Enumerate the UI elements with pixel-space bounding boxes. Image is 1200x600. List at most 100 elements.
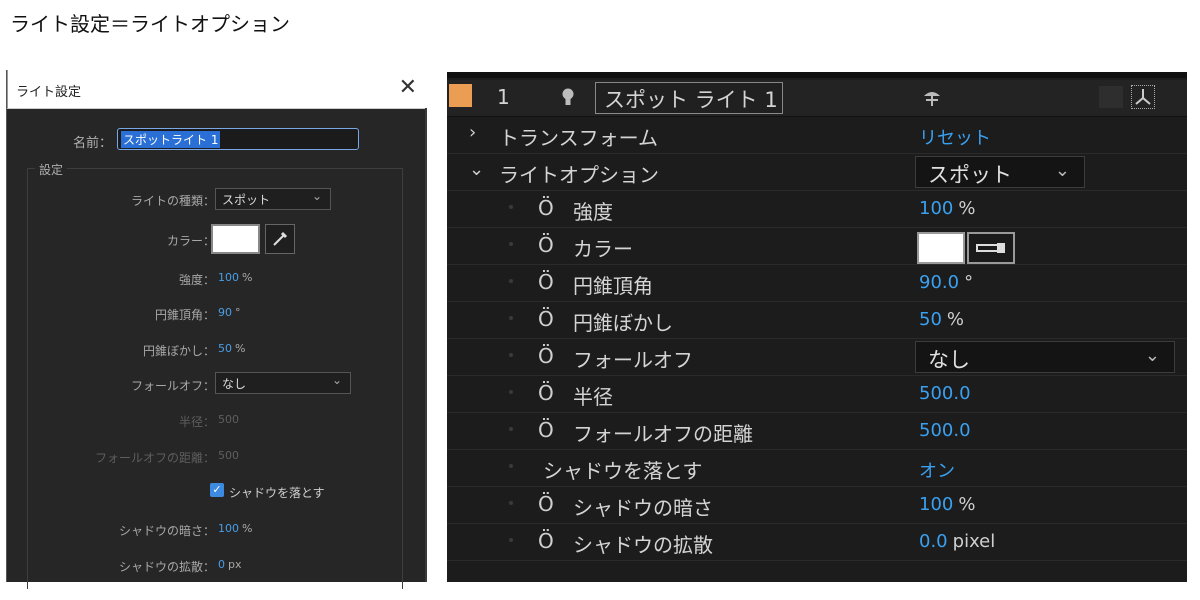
- falloff-distance-row: フォールオフの距離： 500: [7, 445, 425, 469]
- page-caption: ライト設定＝ライトオプション: [10, 12, 290, 36]
- settings-group-label: 設定: [35, 161, 68, 178]
- intensity-value[interactable]: 100%: [218, 271, 252, 284]
- 3d-layer-icon[interactable]: [1131, 85, 1155, 109]
- keyframe-dot: [509, 353, 513, 357]
- layer-color-label[interactable]: [449, 84, 472, 107]
- radius-row: 半径： 500: [7, 409, 425, 433]
- keyframe-dot: [509, 464, 513, 468]
- prop-row-cone-angle: Ö 円錐頂角 90.0 °: [447, 265, 1187, 302]
- light-type-dropdown[interactable]: スポット ⌄: [915, 156, 1085, 188]
- keyframe-dot: [509, 242, 513, 246]
- prop-value[interactable]: 90.0 °: [919, 272, 973, 293]
- light-type-label: ライトの種類：: [130, 194, 215, 208]
- chevron-right-icon[interactable]: ›: [469, 122, 476, 143]
- light-type-value: スポット: [222, 193, 271, 207]
- stopwatch-icon[interactable]: Ö: [538, 233, 554, 257]
- cone-feather-row: 円錐ぼかし： 50%: [7, 338, 425, 362]
- prop-label: 円錐頂角: [573, 274, 653, 298]
- light-type-dropdown[interactable]: スポット ⌄: [215, 188, 331, 210]
- cone-feather-value[interactable]: 50%: [218, 342, 245, 355]
- cast-shadows-label[interactable]: シャドウを落とす: [229, 484, 325, 501]
- keyframe-dot: [509, 427, 513, 431]
- eyedropper-button[interactable]: [967, 232, 1015, 264]
- stopwatch-icon[interactable]: Ö: [538, 381, 554, 405]
- stopwatch-icon[interactable]: Ö: [538, 307, 554, 331]
- dialog-titlebar: ライト設定 ✕: [7, 70, 425, 109]
- prop-label: 円錐ぼかし: [573, 311, 673, 335]
- eyedropper-icon: [273, 231, 288, 246]
- prop-row-cast-shadows: シャドウを落とす オン: [447, 450, 1187, 487]
- prop-row-color: Ö カラー: [447, 228, 1187, 265]
- cast-shadows-toggle[interactable]: オン: [919, 457, 955, 483]
- shadow-darkness-value[interactable]: 100%: [218, 522, 252, 535]
- prop-value[interactable]: 50%: [919, 309, 964, 330]
- stopwatch-icon[interactable]: Ö: [538, 492, 554, 516]
- cone-feather-label: 円錐ぼかし：: [142, 344, 215, 358]
- intensity-label: 強度：: [178, 273, 215, 287]
- timeline-properties-panel: 1 スポット ライト 1 › トランスフォーム リセット ⌄ ライトオプション …: [447, 72, 1187, 582]
- color-swatch[interactable]: [917, 232, 965, 264]
- transform-row[interactable]: › トランスフォーム リセット: [447, 117, 1187, 154]
- prop-row-falloff: Ö フォールオフ なし ⌄: [447, 339, 1187, 376]
- stopwatch-icon[interactable]: Ö: [538, 344, 554, 368]
- light-type-value: スポット: [928, 163, 1012, 187]
- radius-value: 500: [218, 413, 239, 426]
- layer-name: スポット ライト 1: [604, 88, 778, 112]
- color-label: カラー：: [166, 234, 215, 248]
- prop-value[interactable]: 100%: [919, 198, 975, 219]
- chevron-down-icon: ⌄: [331, 373, 342, 387]
- name-label: 名前：: [73, 136, 113, 151]
- falloff-dropdown[interactable]: なし ⌄: [915, 341, 1175, 373]
- light-options-row: ⌄ ライトオプション スポット ⌄: [447, 154, 1187, 191]
- stopwatch-icon[interactable]: Ö: [538, 418, 554, 442]
- stopwatch-icon[interactable]: Ö: [538, 196, 554, 220]
- prop-label: フォールオフ: [573, 348, 693, 372]
- layer-name-field[interactable]: スポット ライト 1: [595, 82, 783, 114]
- light-bulb-icon: [562, 88, 574, 105]
- shadow-darkness-row: シャドウの暗さ： 100%: [7, 518, 425, 542]
- prop-row-shadow-darkness: Ö シャドウの暗さ 100%: [447, 487, 1187, 524]
- prop-value[interactable]: 100%: [919, 494, 975, 515]
- prop-row-cone-feather: Ö 円錐ぼかし 50%: [447, 302, 1187, 339]
- switch-box[interactable]: [1099, 86, 1123, 108]
- name-input[interactable]: スポットライト 1: [117, 128, 359, 150]
- name-input-value: スポットライト 1: [121, 131, 221, 148]
- dialog-title: ライト設定: [16, 85, 82, 100]
- falloff-value: なし: [222, 377, 247, 391]
- eyedropper-button[interactable]: [265, 224, 295, 254]
- layer-row[interactable]: 1 スポット ライト 1: [447, 80, 1187, 117]
- chevron-down-icon[interactable]: ⌄: [469, 159, 484, 180]
- prop-row-shadow-diffusion: Ö シャドウの拡散 0.0 pixel: [447, 524, 1187, 561]
- keyframe-dot: [509, 538, 513, 542]
- prop-value[interactable]: 500.0: [919, 383, 971, 404]
- shadow-diffusion-row: シャドウの拡散： 0 px: [7, 554, 425, 578]
- stopwatch-icon[interactable]: Ö: [538, 270, 554, 294]
- prop-value[interactable]: 500.0: [919, 420, 971, 441]
- cone-angle-row: 円錐頂角： 90 °: [7, 302, 425, 326]
- transform-reset-link[interactable]: リセット: [919, 124, 991, 150]
- cone-angle-value[interactable]: 90 °: [218, 306, 241, 319]
- prop-label: 強度: [573, 200, 613, 224]
- keyframe-dot: [509, 390, 513, 394]
- stopwatch-icon[interactable]: Ö: [538, 529, 554, 553]
- falloff-label: フォールオフ：: [130, 379, 215, 393]
- cast-shadows-checkbox[interactable]: ✓: [210, 483, 224, 497]
- chevron-down-icon: ⌄: [311, 189, 322, 203]
- prop-label: シャドウの暗さ: [573, 496, 713, 520]
- cone-angle-label: 円錐頂角：: [154, 308, 215, 322]
- prop-value[interactable]: 0.0 pixel: [919, 531, 995, 552]
- prop-label: 半径: [573, 385, 613, 409]
- intensity-row: 強度： 100%: [7, 267, 425, 291]
- keyframe-dot: [509, 205, 513, 209]
- panel-top-edge: [447, 72, 1187, 78]
- shadow-diffusion-value[interactable]: 0 px: [218, 558, 242, 571]
- radius-label: 半径：: [178, 415, 215, 429]
- shy-layer-icon[interactable]: [921, 88, 943, 108]
- prop-row-intensity: Ö 強度 100%: [447, 191, 1187, 228]
- falloff-dropdown[interactable]: なし ⌄: [215, 372, 351, 394]
- close-icon[interactable]: ✕: [399, 75, 417, 100]
- light-options-label: ライトオプション: [499, 163, 659, 187]
- chevron-down-icon: ⌄: [1144, 345, 1160, 366]
- color-swatch[interactable]: [211, 224, 260, 254]
- chevron-down-icon: ⌄: [1054, 160, 1070, 181]
